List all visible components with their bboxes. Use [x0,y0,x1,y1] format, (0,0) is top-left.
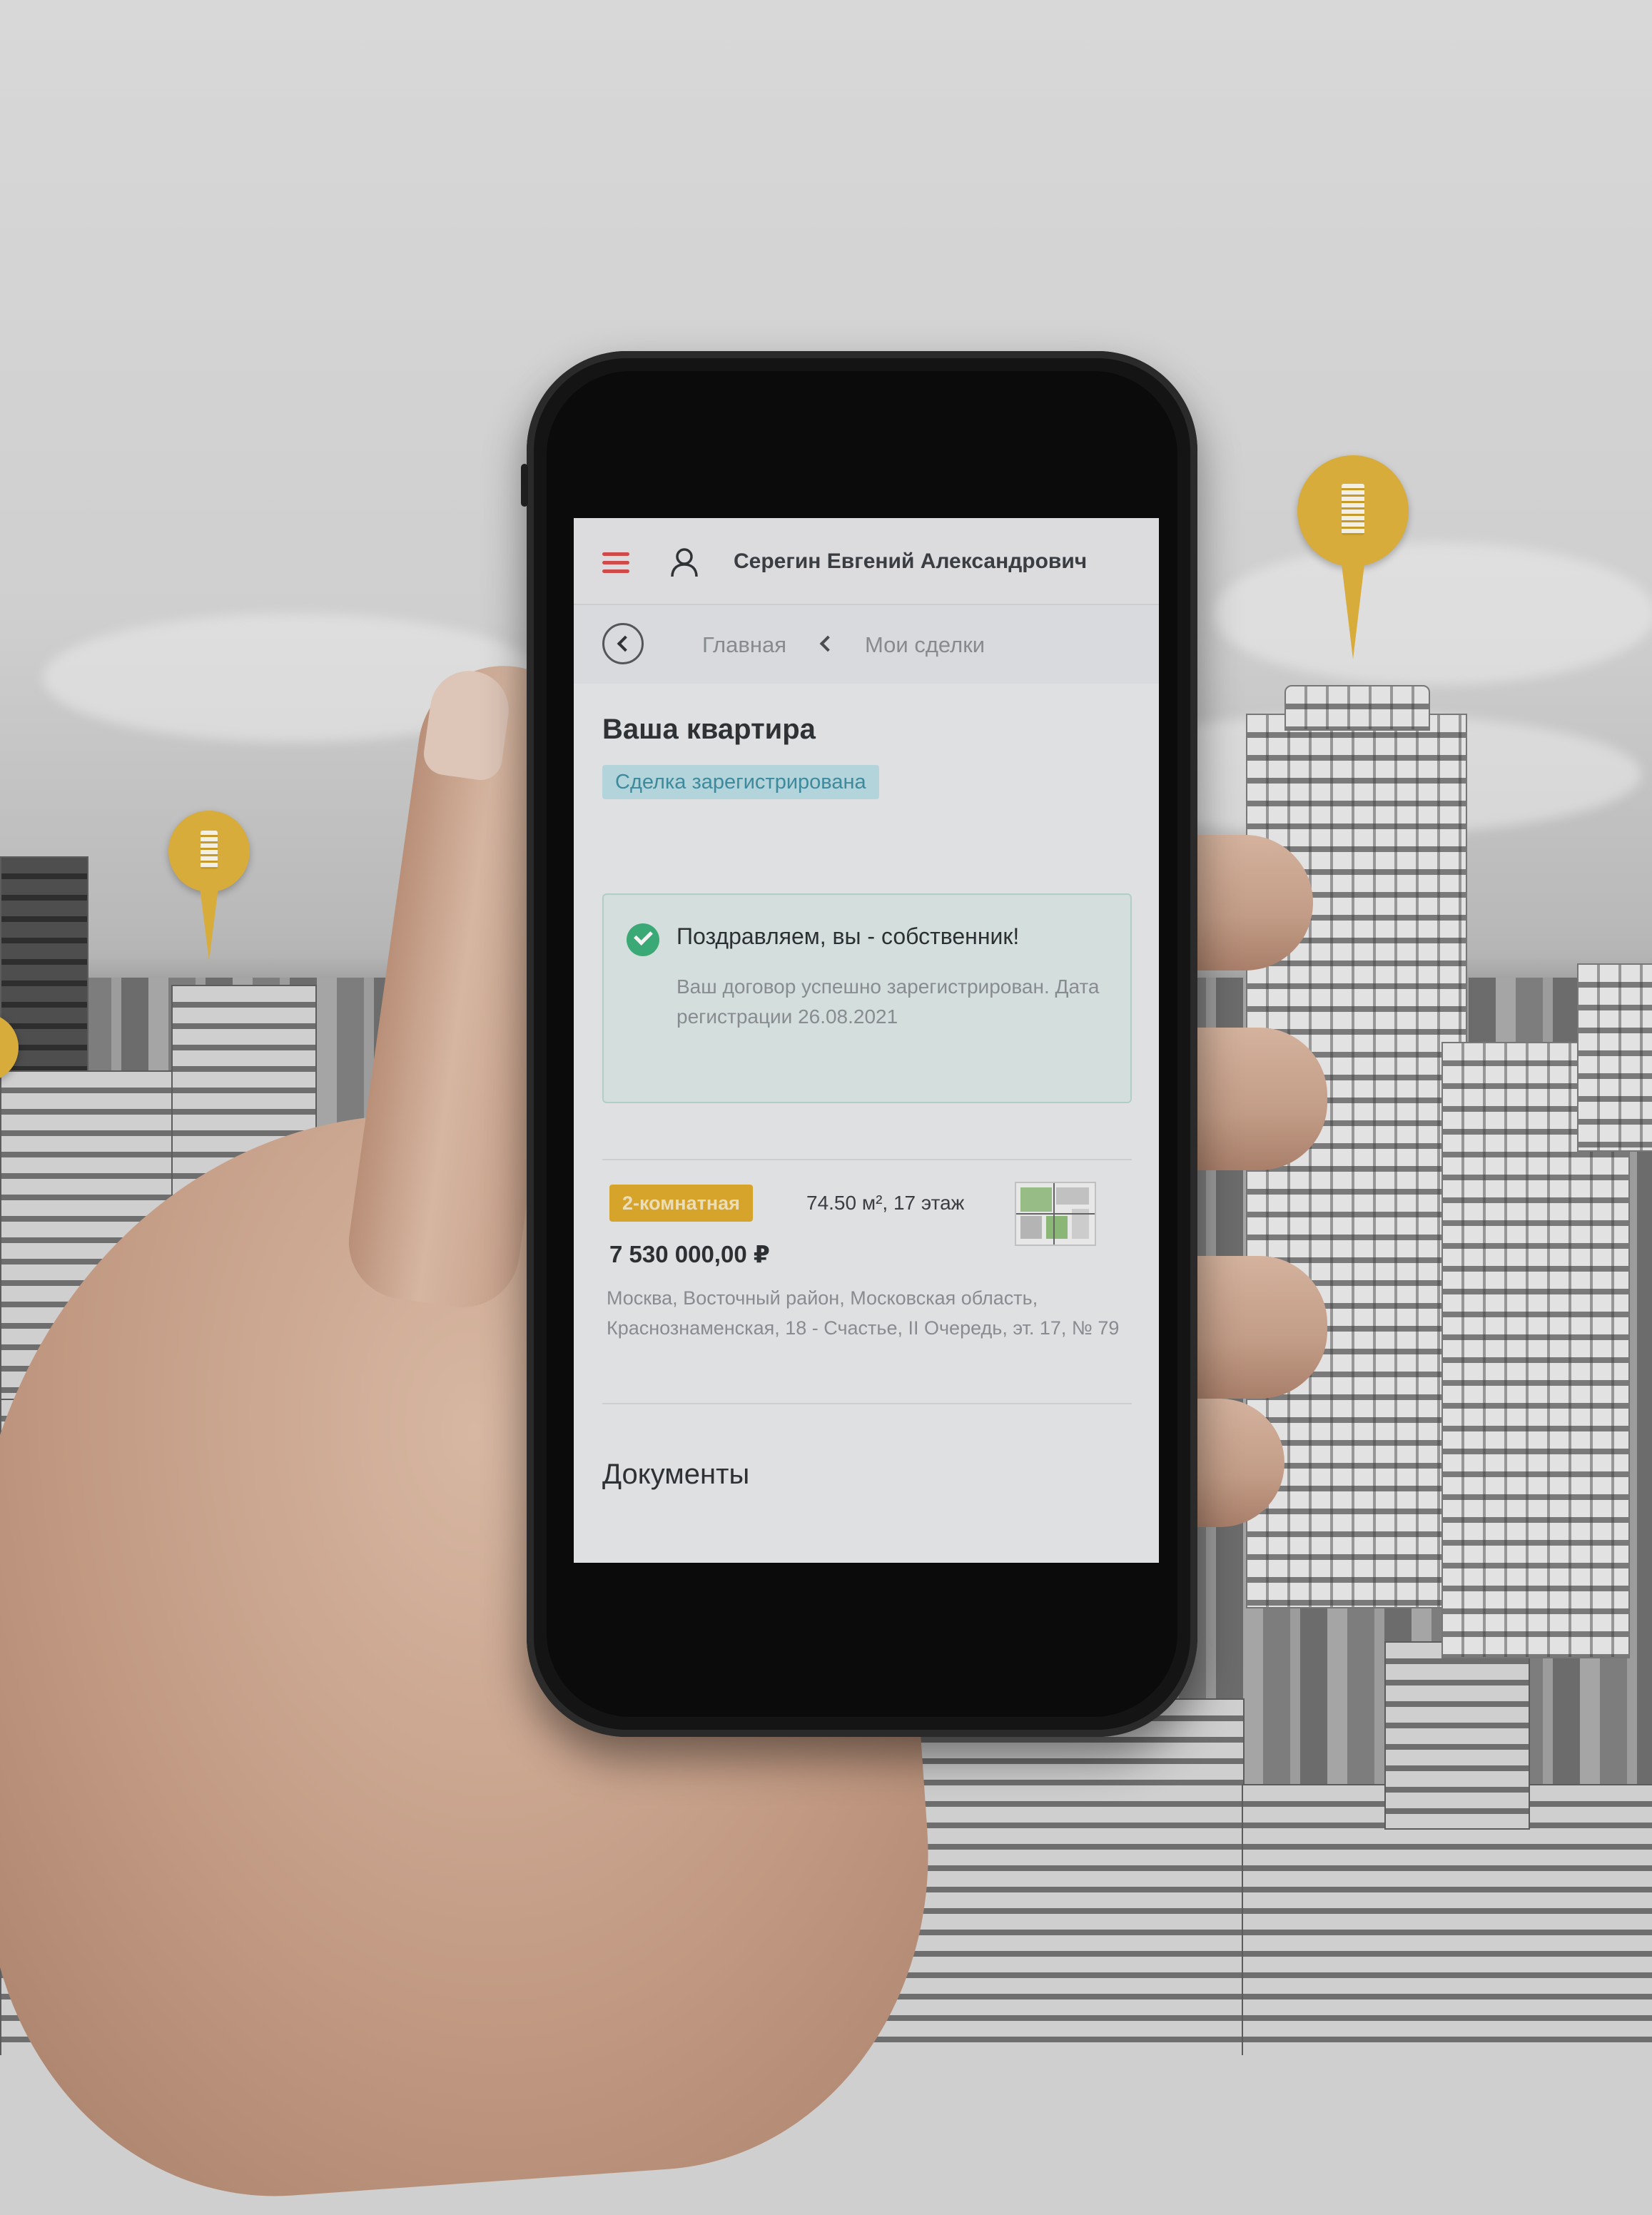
hamburger-icon[interactable] [602,552,629,574]
notice-title: Поздравляем, вы - собственник! [676,923,1020,949]
map-pin-icon [0,1013,19,1082]
address: Москва, Восточный район, Московская обла… [607,1287,1120,1339]
success-notice: Поздравляем, вы - собственник! Ваш догов… [602,893,1132,1103]
user-name: Серегин Евгений Александрович [734,549,1088,573]
building-icon [1342,484,1364,535]
breadcrumb-home-link[interactable]: Главная [702,632,786,658]
back-button[interactable] [602,623,644,664]
app-header: Серегин Евгений Александрович [574,518,1159,605]
area-floor: 74.50 м², 17 этаж [806,1192,965,1214]
rooms-badge: 2-комнатная [609,1185,753,1222]
page-title: Ваша квартира [602,714,816,745]
user-icon[interactable] [667,545,702,581]
building [1384,1641,1530,1830]
map-pin-icon [168,811,250,960]
breadcrumb-deals-link[interactable]: Мои сделки [865,632,985,658]
floor-plan-thumbnail[interactable] [1015,1182,1096,1246]
map-pin-icon [1297,455,1409,662]
phone-side-button [521,464,528,507]
price: 7 530 000,00 ₽ [609,1241,770,1267]
status-badge: Сделка зарегистрирована [602,765,879,799]
building-icon [201,831,218,869]
divider [602,1159,1132,1160]
documents-heading: Документы [602,1459,750,1490]
check-circle-icon [627,923,659,956]
divider [602,1403,1132,1404]
skyscraper-crown [1284,685,1430,731]
breadcrumb: Главная Мои сделки [574,605,1159,684]
notice-text: Ваш договор успешно зарегистрирован. Дат… [676,975,1100,1028]
cloud [1213,542,1652,685]
chevron-left-icon [819,635,836,652]
app-screen: Серегин Евгений Александрович Главная Мо… [574,518,1159,1563]
skyscraper [1577,963,1652,1152]
